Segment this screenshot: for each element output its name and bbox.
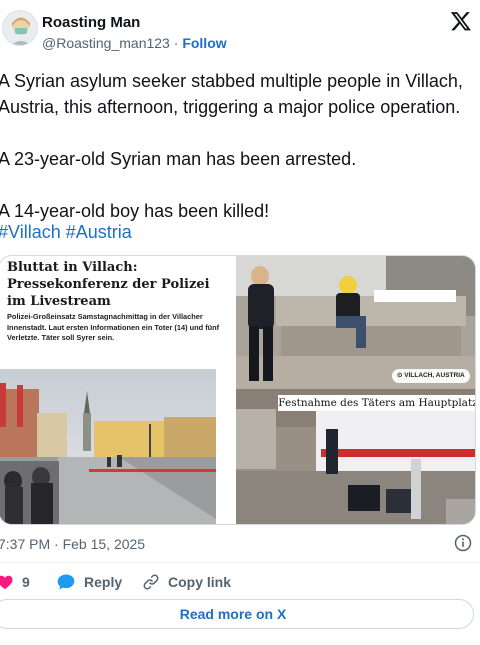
x-logo-icon[interactable] — [450, 10, 472, 32]
photo-collage[interactable]: ⊙ VILLACH, AUSTRIA Festnahme des Täters … — [236, 256, 476, 524]
article-body: Polizei-Großeinsatz Samstagnachmittag in… — [7, 312, 220, 342]
article-title: Bluttat in Villach: Pressekonferenz der … — [7, 260, 210, 309]
avatar[interactable] — [2, 10, 38, 46]
hashtag-austria[interactable]: #Austria — [66, 222, 132, 242]
location-tag: ⊙ VILLACH, AUSTRIA — [392, 369, 470, 383]
hashtag-villach[interactable]: #Villach — [0, 222, 61, 242]
like-count: 9 — [22, 574, 30, 590]
reply-label: Reply — [84, 574, 123, 590]
article-screenshot[interactable]: Bluttat in Villach: Pressekonferenz der … — [0, 256, 234, 524]
author-handle-line: @Roasting_man123 · Follow — [42, 35, 227, 51]
tweet-text: A Syrian asylum seeker stabbed multiple … — [0, 71, 463, 221]
info-icon[interactable] — [454, 534, 472, 552]
tweet-media[interactable]: Bluttat in Villach: Pressekonferenz der … — [0, 255, 476, 525]
photo-caption: Festnahme des Täters am Hauptplatz — [278, 395, 476, 411]
reply-button[interactable]: Reply — [56, 570, 122, 594]
follow-button[interactable]: Follow — [182, 35, 226, 51]
author-handle[interactable]: @Roasting_man123 — [42, 35, 170, 51]
tweet-timestamp[interactable]: 7:37 PM · Feb 15, 2025 — [0, 536, 145, 552]
copy-link-button[interactable]: Copy link — [142, 570, 231, 594]
hashtags: #Villach #Austria — [0, 222, 132, 243]
reply-bubble-icon — [57, 574, 75, 590]
separator-dot: · — [173, 35, 179, 51]
heart-icon — [0, 575, 13, 590]
read-more-button[interactable]: Read more on X — [0, 599, 474, 629]
tweet-header: Roasting Man @Roasting_man123 · Follow — [0, 0, 480, 60]
author-name[interactable]: Roasting Man — [42, 14, 140, 31]
action-bar: 9 Reply Copy link — [0, 570, 480, 594]
link-icon — [143, 574, 159, 590]
street-photo — [0, 369, 216, 524]
like-button[interactable]: 9 — [0, 570, 30, 594]
divider — [0, 562, 480, 563]
copy-link-label: Copy link — [168, 574, 232, 590]
